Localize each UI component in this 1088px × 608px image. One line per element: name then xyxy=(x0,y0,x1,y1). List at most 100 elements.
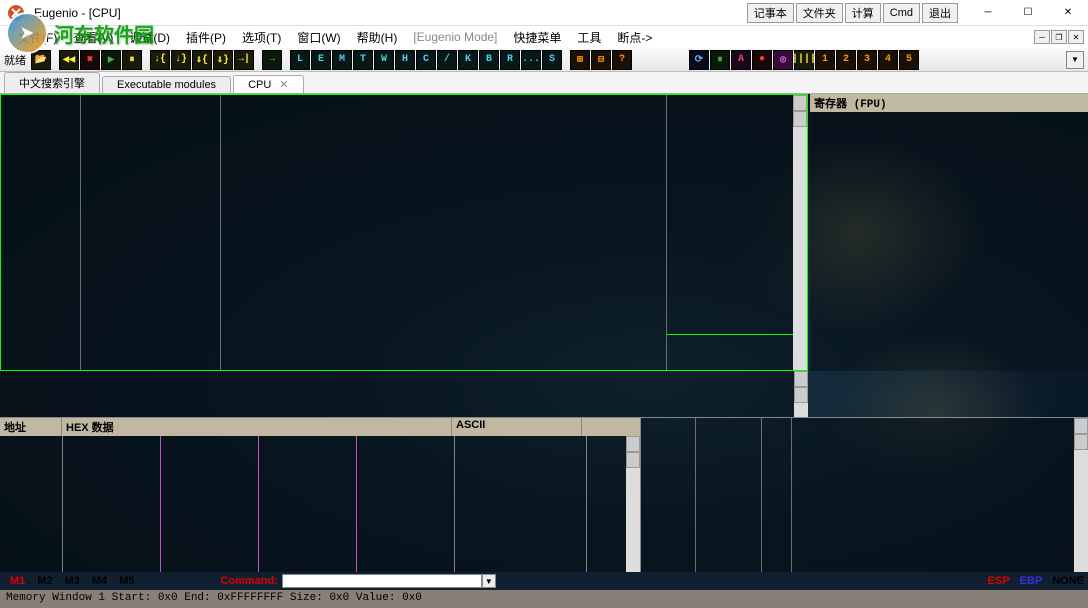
ebp-label[interactable]: EBP xyxy=(1020,575,1043,587)
bottom-panes: 地址 HEX 数据 ASCII xyxy=(0,417,1088,572)
menu-tools[interactable]: 工具 xyxy=(569,29,609,46)
tb-record-icon[interactable]: ● xyxy=(752,50,772,70)
hexdump-pane[interactable]: 地址 HEX 数据 ASCII xyxy=(0,418,640,572)
hex-divider xyxy=(586,436,587,572)
tab-close-icon[interactable]: ✕ xyxy=(279,79,288,91)
mdi-close[interactable]: ✕ xyxy=(1068,30,1084,44)
menu-option[interactable]: 选项(T) xyxy=(234,29,289,46)
tab-label: Executable modules xyxy=(117,79,216,91)
tab-executable-modules[interactable]: Executable modules xyxy=(102,76,231,93)
tb-k-button[interactable]: K xyxy=(458,50,478,70)
command-dropdown[interactable]: ▼ xyxy=(482,574,496,588)
hex-body xyxy=(0,436,640,572)
tb-4-button[interactable]: 4 xyxy=(878,50,898,70)
m5-button[interactable]: M5 xyxy=(113,575,140,587)
watermark-logo-icon: ➤ xyxy=(6,12,48,54)
hex-divider xyxy=(356,436,357,572)
tb-r-button[interactable]: R xyxy=(500,50,520,70)
hex-header-ascii: ASCII xyxy=(452,418,582,436)
menu-help[interactable]: 帮助(H) xyxy=(349,29,406,46)
tb-m-button[interactable]: M xyxy=(332,50,352,70)
tb-grid2-icon[interactable]: ⊟ xyxy=(591,50,611,70)
tb-t-button[interactable]: T xyxy=(353,50,373,70)
registers-pane[interactable]: 寄存器 (FPU) xyxy=(810,94,1088,371)
statusbar: Memory Window 1 Start: 0x0 End: 0xFFFFFF… xyxy=(0,590,1088,608)
tb-traceover-icon[interactable]: ⇓} xyxy=(213,50,233,70)
top-panes: 寄存器 (FPU) xyxy=(0,94,1088,371)
tb-2-button[interactable]: 2 xyxy=(836,50,856,70)
m3-button[interactable]: M3 xyxy=(59,575,86,587)
disasm-instr-col xyxy=(221,95,667,370)
tb-target-icon[interactable]: ◎ xyxy=(773,50,793,70)
tb-grid1-icon[interactable]: ⊞ xyxy=(570,50,590,70)
minimize-button[interactable]: ─ xyxy=(968,0,1008,26)
tb-l-button[interactable]: L xyxy=(290,50,310,70)
folder-button[interactable]: 文件夹 xyxy=(796,3,843,23)
tb-c-button[interactable]: C xyxy=(416,50,436,70)
mdi-restore[interactable]: ❐ xyxy=(1051,30,1067,44)
notepad-button[interactable]: 记事本 xyxy=(747,3,794,23)
tb-h-button[interactable]: H xyxy=(395,50,415,70)
workspace: 寄存器 (FPU) 地址 HEX 数据 ASCII xyxy=(0,94,1088,572)
esp-label[interactable]: ESP xyxy=(988,575,1010,587)
tb-e-button[interactable]: E xyxy=(311,50,331,70)
titlebar: Eugenio - [CPU] 记事本 文件夹 计算 Cmd 退出 ─ ☐ ✕ xyxy=(0,0,1088,26)
tb-refresh-icon[interactable]: ⟳ xyxy=(689,50,709,70)
tb-goto-icon[interactable]: → xyxy=(262,50,282,70)
disassembly-pane[interactable] xyxy=(0,94,808,371)
tb-settings-icon[interactable]: ? xyxy=(612,50,632,70)
menubar: 文件(F) 查看(V) 调试(D) 插件(P) 选项(T) 窗口(W) 帮助(H… xyxy=(0,26,1088,48)
disasm-bytes-col xyxy=(81,95,221,370)
tb-s-button[interactable]: S xyxy=(542,50,562,70)
tab-label: 中文搜索引擎 xyxy=(19,78,85,90)
tb-traceinto-icon[interactable]: ⇓{ xyxy=(192,50,212,70)
stack-divider xyxy=(761,418,762,572)
tb-stepover-icon[interactable]: ↓} xyxy=(171,50,191,70)
calc-button[interactable]: 计算 xyxy=(845,3,881,23)
hex-scrollbar[interactable] xyxy=(626,436,640,572)
m2-button[interactable]: M2 xyxy=(31,575,58,587)
mdi-controls: ─ ❐ ✕ xyxy=(1034,30,1084,44)
menu-plugin[interactable]: 插件(P) xyxy=(178,29,234,46)
watermark-text: 河东软件园 xyxy=(54,19,154,48)
mdi-minimize[interactable]: ─ xyxy=(1034,30,1050,44)
stack-divider xyxy=(791,418,792,572)
stack-divider xyxy=(695,418,696,572)
close-button[interactable]: ✕ xyxy=(1048,0,1088,26)
stack-pane[interactable] xyxy=(640,418,1088,572)
disasm-scrollbar[interactable] xyxy=(793,95,807,370)
none-label[interactable]: NONE xyxy=(1052,575,1084,587)
external-buttons: 记事本 文件夹 计算 Cmd 退出 xyxy=(747,3,958,23)
tab-label: CPU xyxy=(248,79,271,91)
registers-header: 寄存器 (FPU) xyxy=(810,94,1088,112)
command-label: Command: xyxy=(220,575,277,587)
info-pane[interactable] xyxy=(0,371,808,417)
tb-5-button[interactable]: 5 xyxy=(899,50,919,70)
maximize-button[interactable]: ☐ xyxy=(1008,0,1048,26)
stack-scrollbar[interactable] xyxy=(1074,418,1088,572)
info-scrollbar[interactable] xyxy=(794,371,808,417)
menu-breakpoint[interactable]: 断点-> xyxy=(609,29,660,46)
tb-bars-icon[interactable]: |||| xyxy=(794,50,814,70)
tb-w-button[interactable]: W xyxy=(374,50,394,70)
tb-b-button[interactable]: B xyxy=(479,50,499,70)
command-input[interactable] xyxy=(282,574,482,588)
cmd-button[interactable]: Cmd xyxy=(883,3,920,23)
tb-play2-icon[interactable]: ⏸ xyxy=(710,50,730,70)
tab-cpu[interactable]: CPU ✕ xyxy=(233,75,303,93)
hex-divider xyxy=(454,436,455,572)
tb-3-button[interactable]: 3 xyxy=(857,50,877,70)
tb-1-button[interactable]: 1 xyxy=(815,50,835,70)
tb-tillret-icon[interactable]: →| xyxy=(234,50,254,70)
m1-button[interactable]: M1 xyxy=(4,575,31,587)
exit-button[interactable]: 退出 xyxy=(922,3,958,23)
tb-slash-button[interactable]: / xyxy=(437,50,457,70)
tb-a-button[interactable]: A xyxy=(731,50,751,70)
tab-search-engine[interactable]: 中文搜索引擎 xyxy=(4,72,100,93)
tabbar: 中文搜索引擎 Executable modules CPU ✕ xyxy=(0,72,1088,94)
tb-more-button[interactable]: ... xyxy=(521,50,541,70)
toolbar-dropdown[interactable]: ▼ xyxy=(1066,51,1084,69)
menu-window[interactable]: 窗口(W) xyxy=(289,29,348,46)
menu-quick[interactable]: 快捷菜单 xyxy=(505,29,569,46)
m4-button[interactable]: M4 xyxy=(86,575,113,587)
